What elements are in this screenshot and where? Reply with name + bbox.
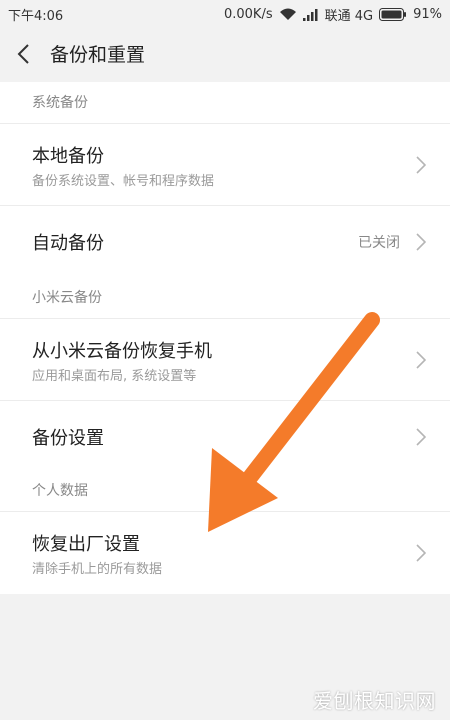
restore-from-cloud-item[interactable]: 从小米云备份恢复手机 应用和桌面布局, 系统设置等 [0,319,450,401]
page-header: 备份和重置 [0,26,450,82]
item-title: 恢复出厂设置 [32,534,140,555]
section-personal-data: 个人数据 恢复出厂设置 清除手机上的所有数据 [0,470,450,594]
section-mi-cloud-backup: 小米云备份 从小米云备份恢复手机 应用和桌面布局, 系统设置等 备份设置 [0,277,450,472]
chevron-right-icon [416,156,427,174]
network-speed: 0.00K/s [223,7,273,22]
signal-icon [302,8,319,21]
auto-backup-item[interactable]: 自动备份 已关闭 [0,206,450,277]
battery-percent: 91% [413,7,442,22]
chevron-right-icon [416,428,427,446]
watermark: 爱刨根知识网 [313,689,436,713]
section-header: 系统备份 [0,82,450,124]
factory-reset-item[interactable]: 恢复出厂设置 清除手机上的所有数据 [0,512,450,594]
item-subtitle: 清除手机上的所有数据 [32,562,163,577]
chevron-right-icon [416,233,427,251]
item-title: 从小米云备份恢复手机 [32,341,212,362]
battery-icon [379,8,407,21]
item-subtitle: 备份系统设置、帐号和程序数据 [32,174,215,189]
section-header: 个人数据 [0,470,450,512]
section-header: 小米云备份 [0,277,450,319]
back-arrow-icon[interactable] [14,43,34,65]
wifi-icon [279,8,297,21]
item-subtitle: 应用和桌面布局, 系统设置等 [32,369,197,384]
chevron-right-icon [416,544,427,562]
chevron-right-icon [416,351,427,369]
status-indicators: 0.00K/s 联通 4G 91% [224,5,442,24]
item-title: 自动备份 [32,233,104,254]
item-title: 备份设置 [32,428,104,449]
local-backup-item[interactable]: 本地备份 备份系统设置、帐号和程序数据 [0,124,450,206]
backup-settings-item[interactable]: 备份设置 [0,401,450,472]
status-bar: 下午4:06 0.00K/s 联通 4G 91% [0,0,450,26]
carrier-label: 联通 4G [324,9,374,24]
page-title: 备份和重置 [50,44,146,66]
status-time: 下午4:06 [8,9,64,24]
auto-backup-status: 已关闭 [358,235,400,251]
item-title: 本地备份 [32,146,104,167]
section-system-backup: 系统备份 本地备份 备份系统设置、帐号和程序数据 自动备份 已关闭 [0,82,450,277]
